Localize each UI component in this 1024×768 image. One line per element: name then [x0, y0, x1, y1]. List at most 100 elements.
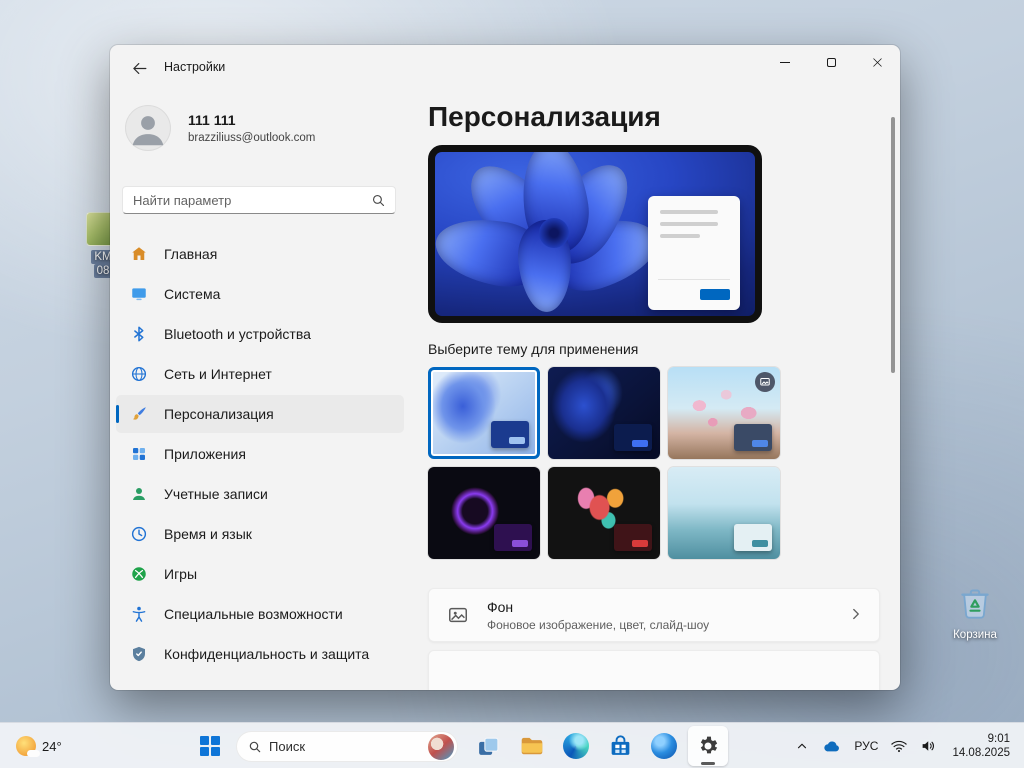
user-name: 111 111	[188, 112, 236, 128]
tray-onedrive-button[interactable]	[815, 730, 848, 762]
gear-icon	[696, 734, 720, 758]
sidebar-item-gaming[interactable]: Игры	[116, 555, 404, 593]
settings-search-input[interactable]	[133, 187, 363, 213]
theme-badge-icon	[755, 372, 775, 392]
avatar	[125, 105, 171, 151]
sidebar-item-accounts[interactable]: Учетные записи	[116, 475, 404, 513]
scrollbar[interactable]	[891, 117, 895, 373]
search-highlight-image	[428, 734, 454, 760]
image-icon	[447, 604, 469, 631]
sidebar-item-personalization[interactable]: Персонализация	[116, 395, 404, 433]
apps-grid-icon	[130, 445, 148, 463]
theme-tile-4[interactable]	[428, 467, 540, 559]
preview-sample-window	[648, 196, 740, 310]
sidebar-item-home[interactable]: Главная	[116, 235, 404, 273]
wifi-icon	[890, 737, 908, 755]
sidebar-item-bluetooth-devices[interactable]: Bluetooth и устройства	[116, 315, 404, 353]
theme-tile-3[interactable]	[668, 367, 780, 459]
taskbar-search-label: Поиск	[269, 739, 305, 754]
theme-mini-window	[734, 524, 772, 551]
sidebar-item-network-internet[interactable]: Сеть и Интернет	[116, 355, 404, 393]
close-button[interactable]	[854, 45, 900, 79]
windows-logo-icon	[200, 736, 220, 756]
sidebar-item-system[interactable]: Система	[116, 275, 404, 313]
minimize-button[interactable]	[762, 45, 808, 79]
task-view-icon	[476, 734, 501, 759]
theme-preview-frame	[428, 145, 762, 323]
theme-mini-window	[614, 424, 652, 451]
preview-accent-button	[700, 289, 730, 300]
clock-icon	[130, 525, 148, 543]
edge-icon	[563, 733, 589, 759]
browser-button[interactable]	[644, 726, 684, 766]
page-title: Персонализация	[428, 101, 661, 133]
start-button[interactable]	[190, 726, 230, 766]
themes-section-label: Выберите тему для применения	[428, 341, 638, 357]
globe-icon	[130, 365, 148, 383]
sidebar-item-accessibility[interactable]: Специальные возможности	[116, 595, 404, 633]
volume-button[interactable]	[914, 730, 944, 762]
edge-button[interactable]	[556, 726, 596, 766]
back-arrow-icon	[131, 60, 148, 77]
weather-sun-icon	[16, 736, 36, 756]
theme-grid	[428, 367, 780, 559]
weather-widget[interactable]: 24°	[10, 730, 68, 762]
sidebar-item-apps[interactable]: Приложения	[116, 435, 404, 473]
chevron-right-icon	[847, 605, 865, 628]
store-button[interactable]	[600, 726, 640, 766]
tray-show-hidden-icons[interactable]	[789, 730, 815, 762]
paintbrush-icon	[130, 405, 148, 423]
clock-widget[interactable]: 9:01 14.08.2025	[944, 730, 1018, 762]
search-icon	[247, 739, 263, 760]
theme-mini-window	[494, 524, 532, 551]
theme-mini-window	[614, 524, 652, 551]
language-indicator[interactable]: РУС	[848, 730, 884, 762]
bluetooth-icon	[130, 325, 148, 343]
search-icon	[370, 192, 387, 214]
file-explorer-button[interactable]	[512, 726, 552, 766]
sidebar-item-time-language[interactable]: Время и язык	[116, 515, 404, 553]
next-settings-card-partial[interactable]	[428, 650, 880, 690]
tray-date: 14.08.2025	[952, 747, 1010, 759]
account-block[interactable]: 111 111 brazziliuss@outlook.com	[125, 105, 405, 155]
home-icon	[130, 245, 148, 263]
window-title: Настройки	[164, 45, 225, 89]
tray-time: 9:01	[988, 733, 1010, 745]
background-settings-card[interactable]: Фон Фоновое изображение, цвет, слайд-шоу	[428, 588, 880, 642]
recycle-bin-label: Корзина	[942, 628, 1008, 642]
chevron-up-icon	[795, 739, 809, 753]
store-icon	[608, 734, 633, 759]
taskbar-search[interactable]: Поиск	[236, 731, 458, 762]
weather-temp: 24°	[42, 739, 62, 754]
card-subtitle: Фоновое изображение, цвет, слайд-шоу	[487, 618, 709, 632]
settings-search-box[interactable]	[122, 186, 396, 214]
sidebar-item-privacy-security[interactable]: Конфиденциальность и защита	[116, 635, 404, 673]
back-button[interactable]	[124, 53, 154, 83]
settings-nav: Главная Система Bluetooth и устройства С…	[116, 235, 404, 673]
recycle-bin-icon	[955, 610, 995, 627]
theme-preview-wallpaper	[435, 152, 755, 316]
desktop-icon-recycle-bin[interactable]: Корзина	[942, 583, 1008, 642]
folder-icon	[519, 733, 545, 759]
shield-icon	[130, 645, 148, 663]
cloud-icon	[821, 736, 842, 757]
speaker-icon	[920, 737, 938, 755]
browser-icon	[651, 733, 677, 759]
xbox-icon	[130, 565, 148, 583]
user-email: brazziliuss@outlook.com	[188, 132, 315, 144]
theme-tile-2[interactable]	[548, 367, 660, 459]
close-icon	[871, 56, 884, 69]
task-view-button[interactable]	[468, 726, 508, 766]
network-button[interactable]	[884, 730, 914, 762]
theme-tile-1-selected[interactable]	[428, 367, 540, 459]
minimize-icon	[780, 62, 790, 63]
maximize-button[interactable]	[808, 45, 854, 79]
settings-window: Настройки 111 111 brazziliuss@outlook.co…	[110, 45, 900, 690]
maximize-icon	[827, 58, 836, 67]
theme-tile-5[interactable]	[548, 467, 660, 559]
settings-taskbar-button[interactable]	[688, 726, 728, 766]
system-monitor-icon	[130, 285, 148, 303]
titlebar[interactable]: Настройки	[110, 45, 900, 89]
theme-tile-6[interactable]	[668, 467, 780, 559]
card-title: Фон	[487, 599, 513, 615]
